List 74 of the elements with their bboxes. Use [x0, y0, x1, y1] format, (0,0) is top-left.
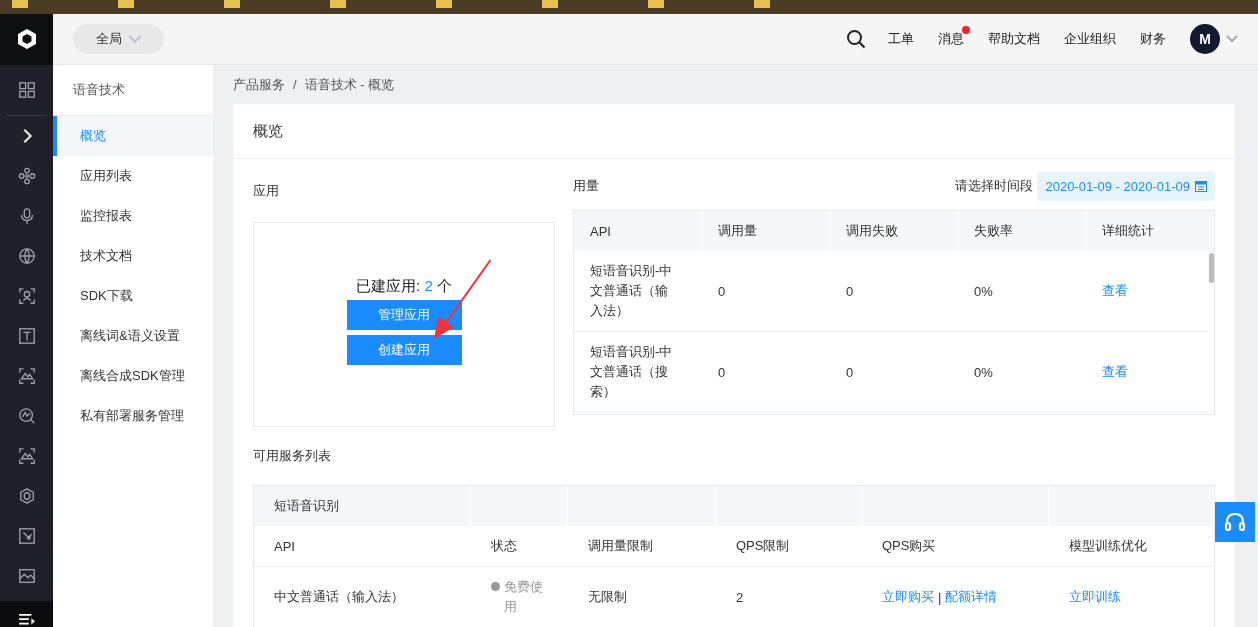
column-header: QPS购买 [881, 537, 937, 555]
group-header: 短语音识别 [274, 497, 339, 515]
sidebar-item[interactable]: SDK下载 [53, 276, 213, 316]
column-header: 调用量 [702, 211, 830, 251]
column-header: API [273, 537, 296, 556]
breadcrumb-item: 语音技术 - 概览 [304, 75, 395, 94]
section-title: 用量 [573, 177, 599, 195]
globe-icon[interactable] [17, 247, 36, 265]
nav-link[interactable]: 财务 [1140, 31, 1166, 46]
caret-icon[interactable] [1226, 35, 1238, 43]
sidebar-item[interactable]: 私有部署服务管理 [53, 396, 213, 436]
card-title: 概览 [233, 104, 1235, 159]
caret-icon [127, 34, 142, 44]
face-scan-icon[interactable] [17, 287, 36, 305]
map-icon[interactable] [17, 527, 36, 545]
table-cell-text: 短语音识别-中文普通话（输入法） [590, 262, 674, 320]
section-title: 可用服务列表 [253, 447, 332, 465]
nav-link[interactable]: 帮助文档 [988, 31, 1040, 46]
nav-link[interactable]: 工单 [888, 31, 914, 46]
support-button[interactable] [1215, 502, 1255, 542]
headset-icon [1223, 510, 1247, 534]
landscape-scan-icon[interactable] [17, 367, 36, 385]
view-link[interactable]: 查看 [1102, 282, 1128, 300]
sidebar-item[interactable]: 监控报表 [53, 196, 213, 236]
chart-search-icon[interactable] [17, 407, 36, 425]
table-cell: 无限制 [588, 588, 627, 606]
logo-icon[interactable] [0, 13, 53, 65]
sidebar-item[interactable]: 离线合成SDK管理 [53, 356, 213, 396]
scrollbar-thumb[interactable] [1209, 253, 1214, 283]
column-header: QPS限制 [735, 537, 791, 555]
status-dot [491, 582, 500, 591]
link-separator: | [938, 589, 942, 605]
search-icon[interactable] [846, 29, 866, 49]
table-cell: 中文普通话（输入法） [274, 588, 404, 606]
column-header: 详细统计 [1086, 211, 1214, 251]
section-title: 应用 [253, 182, 280, 200]
avatar[interactable]: M [1190, 24, 1220, 54]
hexagon-icon[interactable] [17, 487, 36, 505]
table-cell: 0% [974, 364, 993, 380]
status-text: 免费使用 [504, 578, 544, 616]
purchase-link[interactable]: 配额详情 [945, 588, 998, 606]
landscape-scan-icon[interactable] [17, 447, 36, 465]
column-header: 失败率 [958, 211, 1086, 251]
column-header: 调用量限制 [587, 537, 654, 555]
table-cell: 0 [718, 283, 726, 299]
column-header: 模型训练优化 [1068, 537, 1148, 555]
nodes-icon[interactable] [17, 167, 36, 185]
table-cell-text: 短语音识别-中文普通话（搜索） [590, 343, 674, 401]
table-cell: 0% [974, 283, 993, 299]
sidebar-item[interactable]: 离线词&语义设置 [53, 316, 213, 356]
table-cell: 0 [718, 364, 726, 380]
nav-link[interactable]: 企业组织 [1064, 31, 1116, 46]
table-cell: 2 [736, 589, 744, 605]
sidebar-item[interactable]: 技术文档 [53, 236, 213, 276]
nav-link[interactable]: 消息 [938, 31, 964, 46]
scope-dropdown[interactable]: 全局 [73, 24, 164, 54]
date-label: 请选择时间段 [955, 177, 1034, 195]
column-header: 调用失败 [830, 211, 958, 251]
calendar-icon [1195, 180, 1207, 192]
breadcrumb-separator: / [293, 77, 297, 92]
column-header: API [574, 211, 702, 251]
text-box-icon[interactable] [17, 327, 36, 345]
column-header: 状态 [490, 537, 518, 555]
training-link[interactable]: 立即训练 [1069, 588, 1121, 606]
breadcrumb-item[interactable]: 产品服务 [233, 75, 285, 94]
apps-count-text: 已建应用: 2 个 [356, 277, 452, 296]
table-cell: 0 [846, 283, 854, 299]
apps-grid-icon[interactable] [17, 81, 36, 99]
purchase-link[interactable]: 立即购买 [882, 588, 934, 606]
table-cell: 0 [846, 364, 854, 380]
menu-icon[interactable] [17, 613, 36, 627]
view-link[interactable]: 查看 [1102, 363, 1128, 381]
sidebar-item[interactable]: 应用列表 [53, 156, 213, 196]
image-icon[interactable] [17, 567, 36, 585]
